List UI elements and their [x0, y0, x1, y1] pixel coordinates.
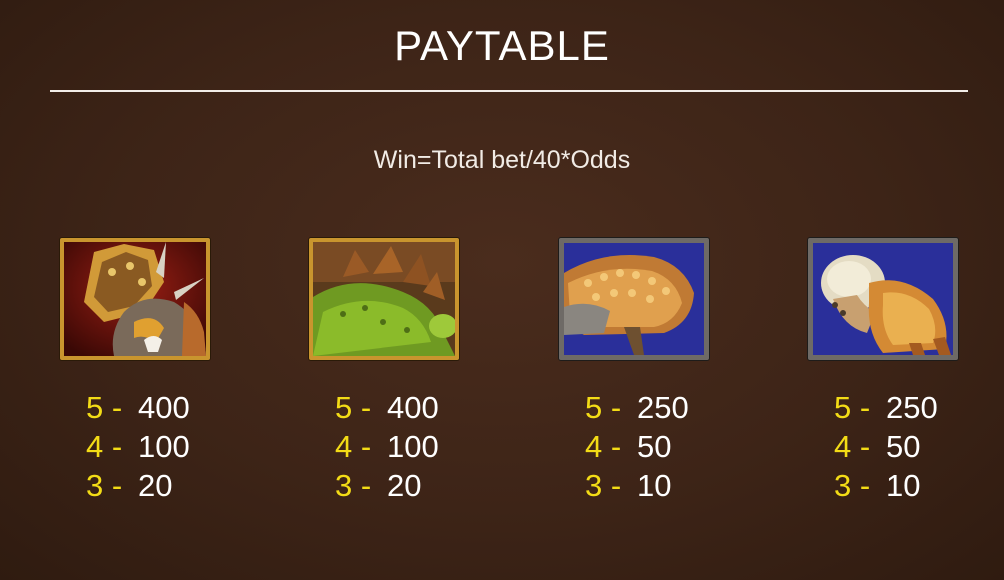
payout-value: 250 [886, 390, 938, 425]
match-count: 4 - [585, 429, 622, 464]
payout-value: 400 [387, 390, 439, 425]
payout-value: 50 [637, 429, 672, 464]
triceratops-icon [60, 238, 210, 360]
pay-row: 4 - 100 [335, 427, 505, 466]
paytable-column-4: 5 - 250 4 - 50 3 - 10 [834, 388, 1004, 505]
match-count: 4 - [834, 429, 871, 464]
pay-row: 5 - 250 [834, 388, 1004, 427]
payout-value: 10 [637, 468, 672, 503]
stegosaurus-icon [309, 238, 459, 360]
pay-row: 5 - 250 [585, 388, 755, 427]
payout-value: 100 [387, 429, 439, 464]
match-count: 5 - [335, 390, 372, 425]
match-count: 5 - [86, 390, 123, 425]
pachycephalosaurus-icon [808, 238, 958, 360]
payout-value: 20 [138, 468, 173, 503]
match-count: 3 - [834, 468, 871, 503]
match-count: 3 - [585, 468, 622, 503]
pay-row: 3 - 10 [834, 466, 1004, 505]
paytable-title: PAYTABLE [394, 22, 610, 69]
match-count: 5 - [585, 390, 622, 425]
payout-value: 400 [138, 390, 190, 425]
pay-row: 5 - 400 [335, 388, 505, 427]
title-divider [50, 90, 968, 92]
paytable-column-3: 5 - 250 4 - 50 3 - 10 [585, 388, 755, 505]
pay-row: 3 - 20 [335, 466, 505, 505]
match-count: 3 - [86, 468, 123, 503]
pay-row: 5 - 400 [86, 388, 256, 427]
payout-value: 250 [637, 390, 689, 425]
payout-value: 50 [886, 429, 921, 464]
payout-value: 10 [886, 468, 921, 503]
pay-row: 4 - 50 [585, 427, 755, 466]
pay-row: 3 - 10 [585, 466, 755, 505]
pay-row: 4 - 50 [834, 427, 1004, 466]
match-count: 4 - [335, 429, 372, 464]
match-count: 3 - [335, 468, 372, 503]
payout-value: 100 [138, 429, 190, 464]
ankylosaurus-icon [559, 238, 709, 360]
paytable-column-1: 5 - 400 4 - 100 3 - 20 [86, 388, 256, 505]
pay-row: 3 - 20 [86, 466, 256, 505]
win-formula: Win=Total bet/40*Odds [373, 146, 631, 174]
match-count: 4 - [86, 429, 123, 464]
payout-value: 20 [387, 468, 422, 503]
paytable-column-2: 5 - 400 4 - 100 3 - 20 [335, 388, 505, 505]
match-count: 5 - [834, 390, 871, 425]
pay-row: 4 - 100 [86, 427, 256, 466]
